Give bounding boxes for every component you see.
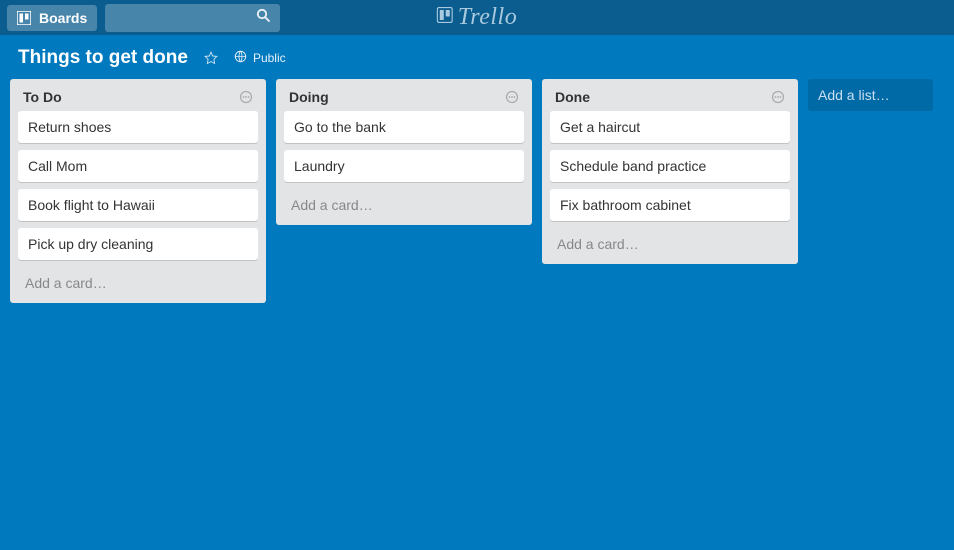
search-input[interactable] bbox=[105, 4, 280, 32]
board-title[interactable]: Things to get done bbox=[18, 47, 188, 69]
logo[interactable]: Trello bbox=[437, 4, 517, 31]
top-header: Boards Trello bbox=[0, 0, 954, 35]
add-list-button[interactable]: Add a list… bbox=[808, 79, 933, 111]
list-menu-button[interactable] bbox=[239, 90, 253, 104]
board-header: Things to get done Public bbox=[0, 35, 954, 79]
visibility-label: Public bbox=[253, 51, 286, 65]
add-card-button[interactable]: Add a card… bbox=[281, 189, 527, 215]
logo-icon bbox=[437, 7, 453, 28]
more-icon bbox=[239, 90, 253, 104]
card[interactable]: Fix bathroom cabinet bbox=[550, 189, 790, 221]
list-menu-button[interactable] bbox=[505, 90, 519, 104]
star-button[interactable] bbox=[204, 51, 218, 65]
boards-icon bbox=[17, 11, 31, 25]
list-header: Done bbox=[547, 85, 793, 111]
list-done: Done Get a haircut Schedule band practic… bbox=[542, 79, 798, 264]
more-icon bbox=[771, 90, 785, 104]
boards-button[interactable]: Boards bbox=[7, 5, 97, 31]
list-menu-button[interactable] bbox=[771, 90, 785, 104]
search-icon bbox=[256, 8, 271, 28]
visibility-button[interactable]: Public bbox=[234, 50, 286, 66]
list-title[interactable]: To Do bbox=[23, 89, 62, 105]
card[interactable]: Book flight to Hawaii bbox=[18, 189, 258, 221]
card[interactable]: Schedule band practice bbox=[550, 150, 790, 182]
card[interactable]: Laundry bbox=[284, 150, 524, 182]
globe-icon bbox=[234, 50, 247, 66]
list-header: To Do bbox=[15, 85, 261, 111]
card[interactable]: Return shoes bbox=[18, 111, 258, 143]
add-card-button[interactable]: Add a card… bbox=[547, 228, 793, 254]
list-doing: Doing Go to the bank Laundry Add a card… bbox=[276, 79, 532, 225]
list-header: Doing bbox=[281, 85, 527, 111]
card[interactable]: Go to the bank bbox=[284, 111, 524, 143]
logo-text: Trello bbox=[458, 4, 517, 31]
card[interactable]: Get a haircut bbox=[550, 111, 790, 143]
add-card-button[interactable]: Add a card… bbox=[15, 267, 261, 293]
card[interactable]: Call Mom bbox=[18, 150, 258, 182]
boards-button-label: Boards bbox=[39, 10, 87, 26]
list-title[interactable]: Done bbox=[555, 89, 590, 105]
lists-container: To Do Return shoes Call Mom Book flight … bbox=[0, 79, 954, 303]
star-icon bbox=[204, 51, 218, 65]
list-todo: To Do Return shoes Call Mom Book flight … bbox=[10, 79, 266, 303]
more-icon bbox=[505, 90, 519, 104]
card[interactable]: Pick up dry cleaning bbox=[18, 228, 258, 260]
list-title[interactable]: Doing bbox=[289, 89, 329, 105]
